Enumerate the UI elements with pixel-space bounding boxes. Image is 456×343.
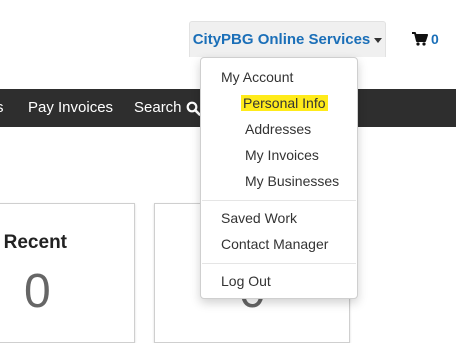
services-dropdown-menu: My Account Personal Info Addresses My In… [200, 57, 358, 299]
nav-item-search[interactable]: Search [134, 89, 201, 127]
menu-item-log-out[interactable]: Log Out [221, 273, 271, 289]
cart-link[interactable]: 0 [412, 30, 439, 48]
menu-item-contact-manager[interactable]: Contact Manager [221, 236, 328, 252]
menu-header-my-account[interactable]: My Account [221, 69, 293, 85]
cart-count: 0 [431, 31, 439, 47]
shopping-cart-icon [412, 32, 428, 46]
menu-divider [202, 263, 356, 264]
search-icon [186, 101, 201, 116]
services-dropdown-toggle[interactable]: CityPBG Online Services [189, 21, 386, 57]
menu-item-saved-work[interactable]: Saved Work [221, 210, 297, 226]
menu-item-personal-info[interactable]: Personal Info [241, 95, 328, 111]
nav-item-pay-invoices[interactable]: Pay Invoices [28, 89, 113, 127]
menu-divider [202, 200, 356, 201]
caret-down-icon [374, 38, 383, 43]
services-label: CityPBG Online Services [192, 31, 371, 48]
card-value: 0 [24, 265, 51, 318]
menu-item-my-invoices[interactable]: My Invoices [245, 147, 319, 163]
nav-item-partial[interactable]: s [0, 89, 4, 127]
menu-item-addresses[interactable]: Addresses [245, 121, 311, 137]
recent-card[interactable]: Recent 0 [0, 203, 135, 343]
nav-search-label: Search [134, 99, 182, 116]
menu-item-my-businesses[interactable]: My Businesses [245, 173, 339, 189]
card-title: Recent [3, 232, 67, 253]
menu-item-label: Personal Info [241, 95, 328, 111]
